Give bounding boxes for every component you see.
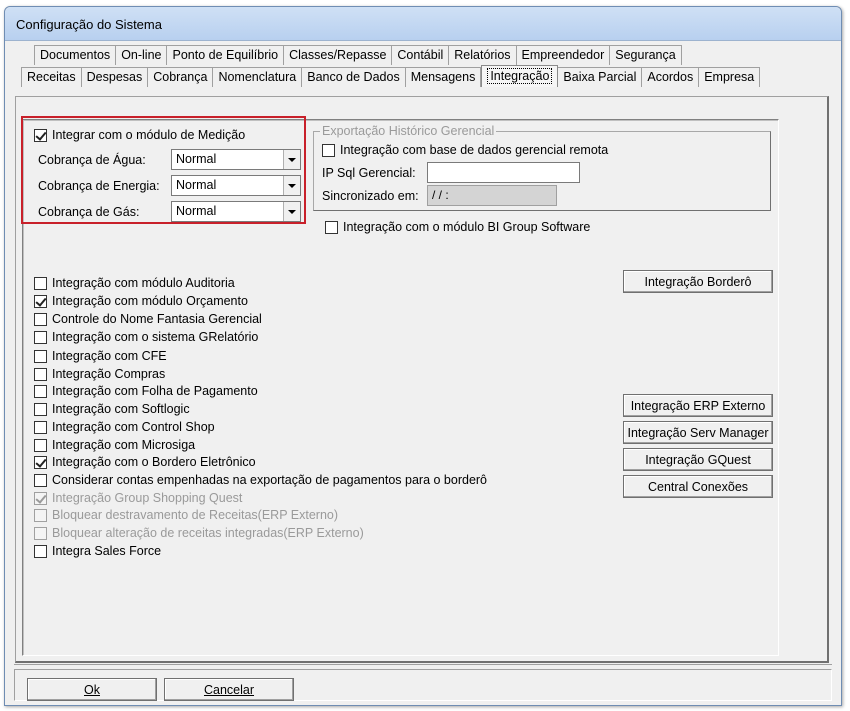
tab-banco-dados[interactable]: Banco de Dados bbox=[302, 67, 406, 87]
ip-label: IP Sql Gerencial: bbox=[322, 166, 416, 180]
tab-receitas[interactable]: Receitas bbox=[21, 67, 82, 87]
option-bloquear-destravamento: Bloquear destravamento de Receitas(ERP E… bbox=[34, 508, 338, 522]
tab-acordos[interactable]: Acordos bbox=[642, 67, 700, 87]
checkbox-icon bbox=[34, 473, 47, 487]
central-conexoes-button[interactable]: Central Conexões bbox=[623, 475, 773, 498]
tab-cobranca[interactable]: Cobrança bbox=[148, 67, 214, 87]
export-group-legend: Exportação Histórico Gerencial bbox=[320, 124, 497, 138]
tab-online[interactable]: On-line bbox=[116, 45, 168, 65]
dialog-footer: Ok Cancelar bbox=[14, 664, 832, 701]
bordero-button[interactable]: Integração Borderô bbox=[623, 270, 773, 293]
checkbox-icon bbox=[34, 330, 47, 344]
tab-classes-repasse[interactable]: Classes/Repasse bbox=[284, 45, 393, 65]
option-bloquear-alteracao: Bloquear alteração de receitas integrada… bbox=[34, 526, 364, 540]
config-window: Configuração do Sistema Documentos On-li… bbox=[4, 6, 842, 706]
remote-db-label: Integração com base de dados gerencial r… bbox=[340, 143, 609, 157]
ok-label: Ok bbox=[84, 682, 100, 697]
tab-row-2: Receitas Despesas Cobrança Nomenclatura … bbox=[21, 65, 761, 87]
ip-sql-input[interactable] bbox=[427, 162, 580, 183]
tab-documentos[interactable]: Documentos bbox=[34, 45, 117, 65]
cancel-button[interactable]: Cancelar bbox=[164, 678, 294, 701]
tab-baixa-parcial[interactable]: Baixa Parcial bbox=[558, 67, 643, 87]
cancel-label: Cancelar bbox=[203, 682, 255, 697]
option-orcamento[interactable]: Integração com módulo Orçamento bbox=[34, 294, 248, 308]
checkbox-icon bbox=[34, 384, 47, 398]
checkbox-icon bbox=[34, 420, 47, 434]
tab-row-1: Documentos On-line Ponto de Equilíbrio C… bbox=[34, 43, 682, 65]
option-softlogic[interactable]: Integração com Softlogic bbox=[34, 402, 190, 416]
serv-manager-button[interactable]: Integração Serv Manager bbox=[623, 421, 773, 444]
bi-label: Integração com o módulo BI Group Softwar… bbox=[343, 220, 591, 234]
title-bar[interactable]: Configuração do Sistema bbox=[5, 7, 841, 41]
tab-despesas[interactable]: Despesas bbox=[81, 67, 149, 87]
checkbox-icon bbox=[325, 220, 338, 234]
option-sales-force[interactable]: Integra Sales Force bbox=[34, 544, 161, 558]
checkbox-icon bbox=[34, 438, 47, 452]
sync-label: Sincronizado em: bbox=[322, 189, 419, 203]
checkbox-icon bbox=[34, 349, 47, 363]
checkbox-icon bbox=[34, 276, 47, 290]
tab-integracao[interactable]: Integração bbox=[481, 65, 559, 87]
dialog-content: Documentos On-line Ponto de Equilíbrio C… bbox=[9, 41, 837, 701]
option-shopping-quest: Integração Group Shopping Quest bbox=[34, 491, 242, 505]
option-grelatorio[interactable]: Integração com o sistema GRelatório bbox=[34, 330, 258, 344]
tab-seguranca[interactable]: Segurança bbox=[610, 45, 682, 65]
tab-ponto-equilibrio[interactable]: Ponto de Equilíbrio bbox=[167, 45, 285, 65]
option-bordero[interactable]: Integração com o Bordero Eletrônico bbox=[34, 455, 256, 469]
remote-db-checkbox[interactable]: Integração com base de dados gerencial r… bbox=[322, 143, 608, 157]
checkbox-icon bbox=[34, 526, 47, 540]
medicao-highlight bbox=[21, 116, 306, 224]
ok-button[interactable]: Ok bbox=[27, 678, 157, 701]
checkbox-icon bbox=[34, 508, 47, 522]
checkbox-icon bbox=[34, 367, 47, 381]
option-compras[interactable]: Integração Compras bbox=[34, 367, 165, 381]
checkbox-icon bbox=[34, 491, 47, 505]
checkbox-icon bbox=[34, 294, 47, 308]
tab-nomenclatura[interactable]: Nomenclatura bbox=[213, 67, 303, 87]
export-group: Exportação Histórico Gerencial Integraçã… bbox=[313, 124, 771, 211]
tab-mensagens[interactable]: Mensagens bbox=[405, 67, 482, 87]
checkbox-icon bbox=[34, 455, 47, 469]
bi-checkbox[interactable]: Integração com o módulo BI Group Softwar… bbox=[325, 220, 590, 234]
option-auditoria[interactable]: Integração com módulo Auditoria bbox=[34, 276, 235, 290]
option-nome-fantasia[interactable]: Controle do Nome Fantasia Gerencial bbox=[34, 312, 262, 326]
checkbox-icon bbox=[34, 402, 47, 416]
sync-date-field: / / : bbox=[427, 185, 557, 206]
tab-empresa[interactable]: Empresa bbox=[699, 67, 761, 87]
checkbox-icon bbox=[322, 143, 335, 157]
tab-relatorios[interactable]: Relatórios bbox=[449, 45, 517, 65]
option-cfe[interactable]: Integração com CFE bbox=[34, 349, 167, 363]
tab-contabil[interactable]: Contábil bbox=[392, 45, 450, 65]
checkbox-icon bbox=[34, 544, 47, 558]
checkbox-icon bbox=[34, 312, 47, 326]
gquest-button[interactable]: Integração GQuest bbox=[623, 448, 773, 471]
tab-empreendedor[interactable]: Empreendedor bbox=[516, 45, 611, 65]
option-folha[interactable]: Integração com Folha de Pagamento bbox=[34, 384, 258, 398]
window-title: Configuração do Sistema bbox=[16, 17, 162, 32]
erp-externo-button[interactable]: Integração ERP Externo bbox=[623, 394, 773, 417]
option-microsiga[interactable]: Integração com Microsiga bbox=[34, 438, 195, 452]
option-control-shop[interactable]: Integração com Control Shop bbox=[34, 420, 215, 434]
option-contas-empenhadas[interactable]: Considerar contas empenhadas na exportaç… bbox=[34, 473, 487, 487]
